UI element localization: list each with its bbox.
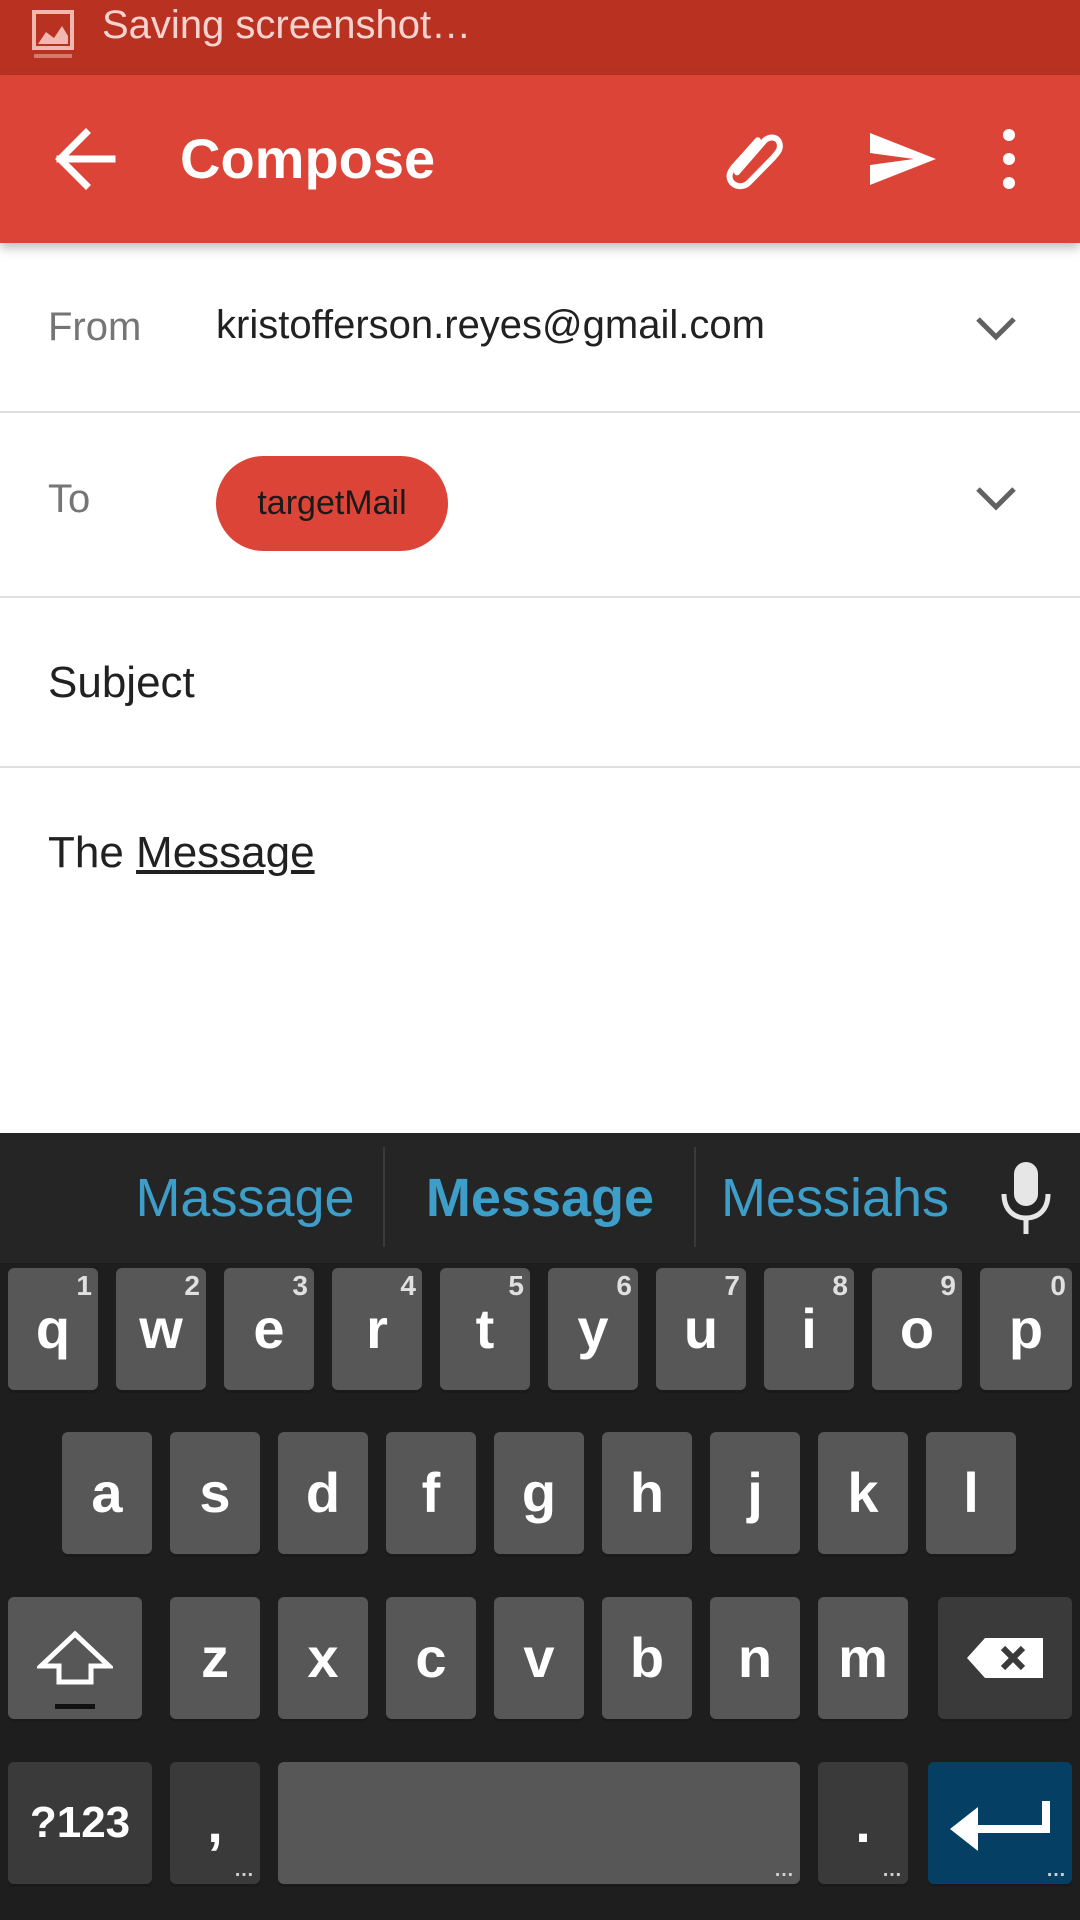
subject-input[interactable]: Subject xyxy=(48,658,195,708)
enter-key[interactable]: … xyxy=(928,1762,1072,1884)
more-vert-icon xyxy=(1003,129,1015,189)
to-label: To xyxy=(48,477,91,521)
key-t[interactable]: t5 xyxy=(440,1268,530,1390)
back-button[interactable] xyxy=(48,119,128,199)
suggestion-strip: Massage Message Messiahs xyxy=(0,1133,1080,1263)
subject-row: Subject xyxy=(0,598,1080,768)
chevron-down-icon[interactable] xyxy=(966,479,1026,519)
message-body-input[interactable]: The Message xyxy=(48,828,315,878)
shift-key[interactable] xyxy=(8,1597,142,1719)
shift-icon xyxy=(37,1630,113,1685)
soft-keyboard: Massage Message Messiahs q1 w2 e3 r4 t5 … xyxy=(0,1133,1080,1920)
more-options-button[interactable] xyxy=(984,119,1034,199)
recipient-chip[interactable]: targetMail xyxy=(216,456,448,551)
key-g[interactable]: g xyxy=(494,1432,584,1554)
key-c[interactable]: c xyxy=(386,1597,476,1719)
key-w[interactable]: w2 xyxy=(116,1268,206,1390)
to-row: To targetMail xyxy=(0,413,1080,598)
key-h[interactable]: h xyxy=(602,1432,692,1554)
key-r[interactable]: r4 xyxy=(332,1268,422,1390)
suggestion-massage[interactable]: Massage xyxy=(110,1133,380,1263)
from-label: From xyxy=(48,305,142,349)
backspace-icon xyxy=(967,1638,1043,1678)
arrow-back-icon xyxy=(55,128,116,190)
key-u[interactable]: u7 xyxy=(656,1268,746,1390)
status-notification-text: Saving screenshot… xyxy=(102,3,472,47)
key-a[interactable]: a xyxy=(62,1432,152,1554)
suggestion-divider xyxy=(383,1147,385,1247)
space-key[interactable]: … xyxy=(278,1762,800,1884)
key-q[interactable]: q1 xyxy=(8,1268,98,1390)
comma-key[interactable]: ,… xyxy=(170,1762,260,1884)
from-account[interactable]: kristofferson.reyes@gmail.com xyxy=(216,303,765,348)
app-bar: Compose xyxy=(0,75,1080,243)
attach-button[interactable] xyxy=(715,119,795,199)
key-d[interactable]: d xyxy=(278,1432,368,1554)
key-b[interactable]: b xyxy=(602,1597,692,1719)
status-bar: Saving screenshot… xyxy=(0,0,1080,75)
key-j[interactable]: j xyxy=(710,1432,800,1554)
enter-icon xyxy=(950,1801,1050,1851)
key-o[interactable]: o9 xyxy=(872,1268,962,1390)
backspace-key[interactable] xyxy=(938,1597,1072,1719)
key-l[interactable]: l xyxy=(926,1432,1016,1554)
image-icon xyxy=(32,10,74,58)
suggestion-message[interactable]: Message xyxy=(400,1133,680,1263)
key-z[interactable]: z xyxy=(170,1597,260,1719)
microphone-icon xyxy=(1001,1162,1051,1234)
page-title: Compose xyxy=(180,127,436,190)
from-row: From kristofferson.reyes@gmail.com xyxy=(0,243,1080,413)
voice-input-button[interactable] xyxy=(996,1158,1056,1238)
key-m[interactable]: m xyxy=(818,1597,908,1719)
body-text: The xyxy=(48,828,137,877)
key-v[interactable]: v xyxy=(494,1597,584,1719)
key-n[interactable]: n xyxy=(710,1597,800,1719)
key-s[interactable]: s xyxy=(170,1432,260,1554)
key-k[interactable]: k xyxy=(818,1432,908,1554)
key-p[interactable]: p0 xyxy=(980,1268,1072,1390)
key-x[interactable]: x xyxy=(278,1597,368,1719)
send-icon xyxy=(870,133,936,185)
key-e[interactable]: e3 xyxy=(224,1268,314,1390)
paperclip-icon xyxy=(726,134,783,190)
key-i[interactable]: i8 xyxy=(764,1268,854,1390)
chevron-down-icon[interactable] xyxy=(966,309,1026,349)
suggestion-divider xyxy=(694,1147,696,1247)
shift-indicator xyxy=(55,1704,95,1709)
symbols-key[interactable]: ?123 xyxy=(8,1762,152,1884)
body-text-composing: Message xyxy=(136,828,315,877)
period-key[interactable]: .… xyxy=(818,1762,908,1884)
key-f[interactable]: f xyxy=(386,1432,476,1554)
suggestion-messiahs[interactable]: Messiahs xyxy=(700,1133,970,1263)
send-button[interactable] xyxy=(860,117,944,201)
key-y[interactable]: y6 xyxy=(548,1268,638,1390)
